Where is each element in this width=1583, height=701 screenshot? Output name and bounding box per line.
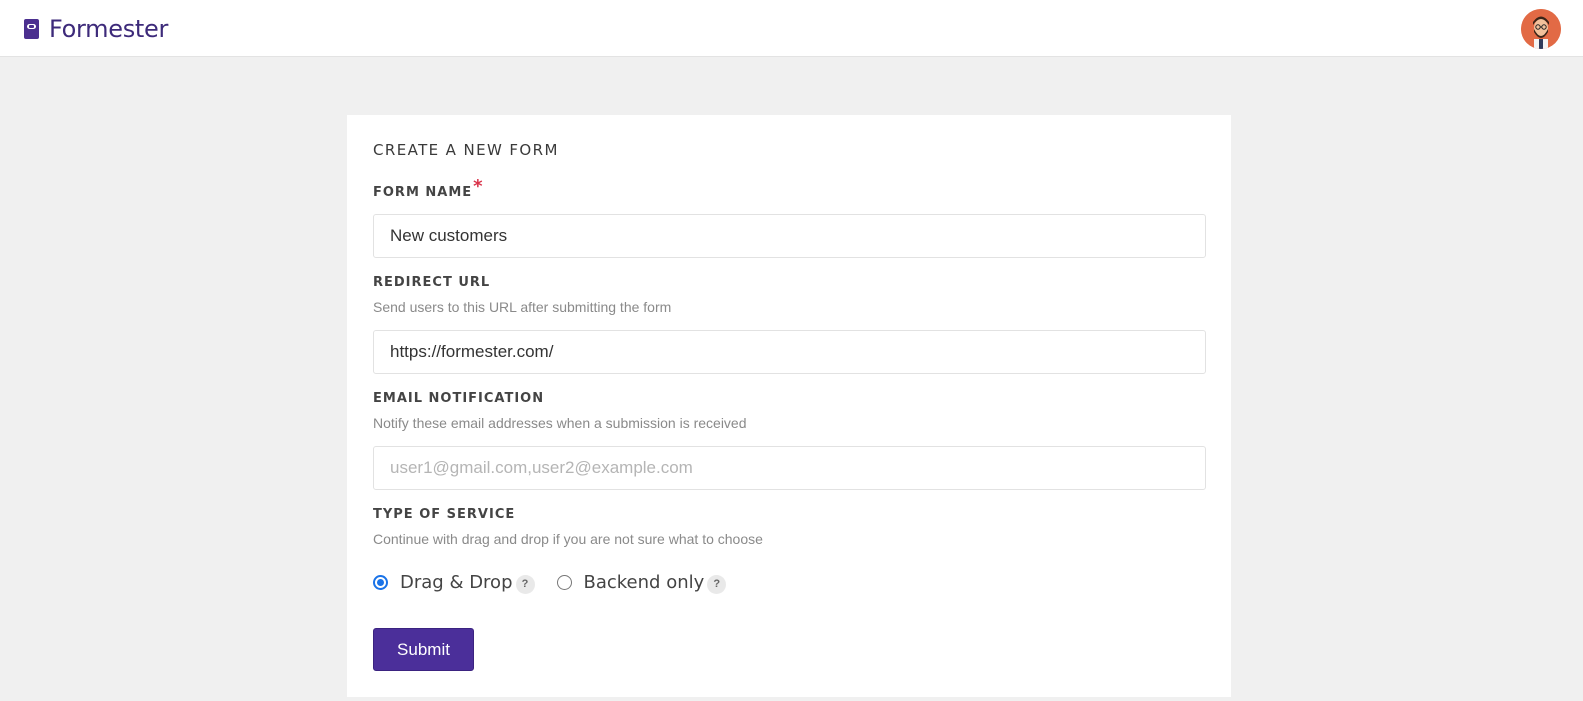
redirect-url-help: Send users to this URL after submitting …	[373, 299, 672, 315]
required-mark: *	[473, 176, 484, 197]
service-type-help: Continue with drag and drop if you are n…	[373, 531, 763, 547]
redirect-url-input[interactable]	[373, 330, 1206, 374]
drag-drop-radio[interactable]	[373, 574, 388, 590]
formester-logo-icon	[24, 19, 39, 39]
form-name-label: FORM NAME*	[373, 176, 484, 201]
redirect-url-label: REDIRECT URL	[373, 275, 491, 290]
app-logo[interactable]: Formester	[24, 14, 168, 44]
option-backend-only[interactable]: Backend only ?	[556, 572, 727, 594]
service-type-options: Drag & Drop ? Backend only ?	[373, 570, 748, 594]
backend-only-help-icon[interactable]: ?	[707, 574, 727, 594]
backend-only-radio[interactable]	[556, 574, 572, 590]
service-type-label: TYPE OF SERVICE	[373, 507, 516, 522]
email-notification-label: EMAIL NOTIFICATION	[373, 391, 545, 406]
form-name-input[interactable]	[373, 214, 1206, 258]
create-form-card: CREATE A NEW FORM FORM NAME* REDIRECT UR…	[347, 115, 1231, 697]
page-title: CREATE A NEW FORM	[373, 141, 559, 159]
app-name: Formester	[49, 15, 169, 43]
submit-button[interactable]: Submit	[373, 628, 474, 671]
option-drag-drop[interactable]: Drag & Drop ?	[373, 572, 535, 594]
email-notification-input[interactable]	[373, 446, 1206, 490]
backend-only-label[interactable]: Backend only	[584, 572, 705, 593]
form-name-label-text: FORM NAME	[373, 185, 473, 200]
drag-drop-help-icon[interactable]: ?	[515, 574, 535, 594]
top-navbar: Formester	[0, 0, 1583, 57]
user-avatar-icon[interactable]	[1521, 9, 1561, 49]
email-notification-help: Notify these email addresses when a subm…	[373, 415, 747, 431]
drag-drop-label[interactable]: Drag & Drop	[400, 572, 513, 593]
